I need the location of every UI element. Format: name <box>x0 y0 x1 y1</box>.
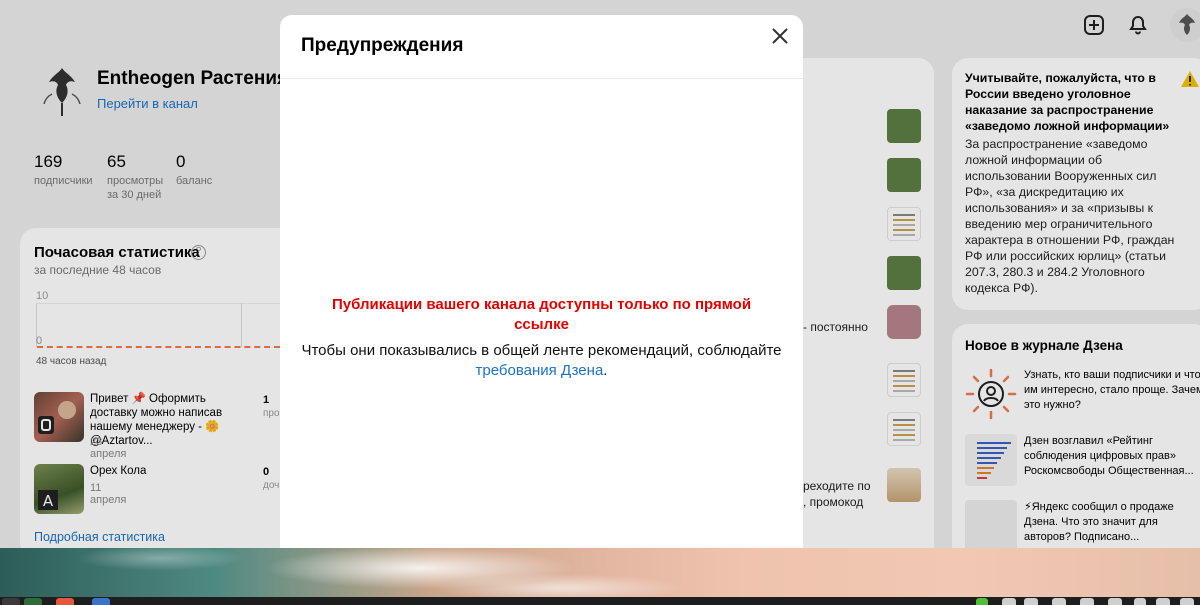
tray-icon[interactable] <box>1108 598 1122 605</box>
warnings-modal: Предупреждения Публикации вашего канала … <box>280 15 803 548</box>
tray-icon[interactable] <box>1134 598 1146 605</box>
taskbar-icon[interactable] <box>24 598 42 605</box>
tray-icon[interactable] <box>1180 598 1194 605</box>
tray-icon[interactable] <box>1052 598 1066 605</box>
tray-icon[interactable] <box>1024 598 1038 605</box>
recommendation-text: Чтобы они показывались в общей ленте рек… <box>301 342 782 359</box>
modal-title: Предупреждения <box>301 35 464 56</box>
taskbar-icon[interactable] <box>92 598 110 605</box>
tray-icon[interactable] <box>1156 598 1170 605</box>
recommendation-note: Чтобы они показывались в общей ленте рек… <box>280 341 803 381</box>
modal-body: Публикации вашего канала доступны только… <box>280 295 803 381</box>
tray-icon[interactable] <box>1002 598 1016 605</box>
dzen-studio-page: Entheogen Растения Перейти в канал 169 п… <box>0 0 1200 548</box>
taskbar <box>0 597 1200 605</box>
browser-taskbar-icon[interactable] <box>56 598 74 605</box>
tray-icon[interactable] <box>976 598 988 605</box>
taskbar-icon[interactable] <box>2 598 20 605</box>
close-icon[interactable] <box>769 25 791 47</box>
tray-icon[interactable] <box>1080 598 1094 605</box>
dzen-requirements-link[interactable]: требования Дзена <box>476 362 604 379</box>
visibility-warning: Публикации вашего канала доступны только… <box>331 296 752 333</box>
recommendation-suffix: . <box>603 362 608 379</box>
modal-header: Предупреждения <box>280 15 803 79</box>
